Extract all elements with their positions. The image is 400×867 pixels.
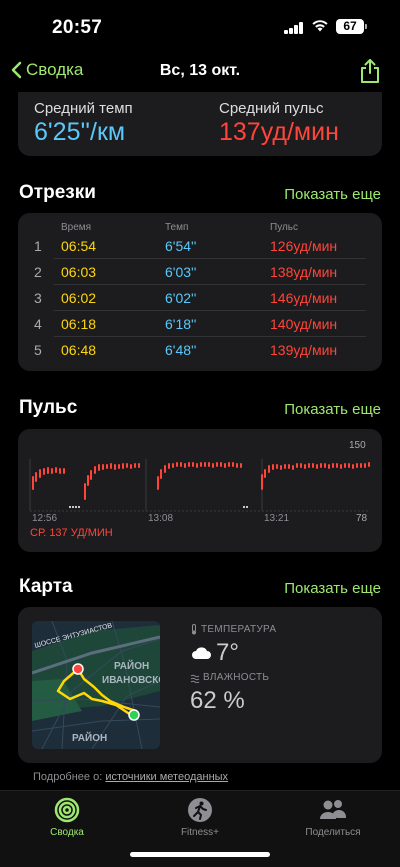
- share-icon[interactable]: [358, 58, 382, 84]
- battery-icon: 67: [336, 19, 364, 34]
- thermometer-icon: [192, 624, 196, 635]
- averages-card: Средний темп 6'25''/км Средний пульс 137…: [18, 92, 382, 156]
- avg-hr-value: 137уд/мин: [219, 118, 339, 146]
- row-divider: [54, 258, 366, 259]
- split-hr: 138уд/мин: [270, 264, 338, 280]
- tab-label: Сводка: [50, 827, 84, 838]
- avg-pace-value: 6'25''/км: [34, 118, 126, 146]
- weather-source-link[interactable]: источники метеоданных: [105, 771, 228, 783]
- heart-rate-title: Пульс: [19, 397, 78, 418]
- heart-rate-show-more-link[interactable]: Показать еще: [284, 401, 381, 418]
- tab-fitness-plus[interactable]: Fitness+: [145, 797, 255, 838]
- split-header-time: Время: [61, 222, 92, 233]
- row-divider: [54, 284, 366, 285]
- split-number: 5: [34, 342, 42, 358]
- hr-average-label: СР. 137 УД/МИН: [30, 527, 113, 539]
- split-number: 4: [34, 316, 42, 332]
- humidity-label-text: ВЛАЖНОСТЬ: [203, 672, 270, 683]
- temperature-value: 7°: [216, 639, 239, 666]
- map-district-label: ИВАНОВСКО: [102, 675, 160, 686]
- split-number: 3: [34, 290, 42, 306]
- split-header-pace: Темп: [165, 222, 189, 233]
- hr-time-label: 13:21: [264, 513, 290, 524]
- navigation-bar: Сводка Вс, 13 окт.: [0, 52, 400, 92]
- cloud-icon: [192, 647, 211, 659]
- map-title: Карта: [19, 576, 73, 597]
- map-district-label: РАЙОН: [72, 733, 108, 744]
- split-hr: 146уд/мин: [270, 290, 338, 306]
- split-row: 3 06:02 6'02'' 146уд/мин: [18, 286, 382, 311]
- split-number: 1: [34, 238, 42, 254]
- status-bar: 20:57 67: [0, 0, 400, 52]
- signal-icon: [284, 22, 304, 34]
- map-card: ШОССЕ ЭНТУЗИАСТОВ РАЙОН ИВАНОВСКО РАЙОН …: [18, 607, 382, 763]
- map-show-more-link[interactable]: Показать еще: [284, 580, 381, 597]
- split-header-hr: Пульс: [270, 222, 299, 233]
- activity-rings-icon: [54, 797, 80, 823]
- tab-label: Fitness+: [180, 827, 220, 838]
- split-number: 2: [34, 264, 42, 280]
- pause-markers: [69, 506, 248, 508]
- split-row: 4 06:18 6'18'' 140уд/мин: [18, 312, 382, 337]
- avg-pace-label: Средний темп: [34, 100, 133, 117]
- split-time: 06:18: [61, 316, 97, 332]
- weather-source-prefix: Подробнее о:: [33, 771, 103, 783]
- split-time: 06:03: [61, 264, 97, 280]
- split-pace: 6'18'': [165, 316, 197, 332]
- splits-title: Отрезки: [19, 182, 96, 203]
- people-icon: [320, 800, 346, 819]
- split-time: 06:54: [61, 238, 97, 254]
- heart-rate-samples: [32, 462, 370, 500]
- split-hr: 139уд/мин: [270, 342, 338, 358]
- temperature-label: ТЕМПЕРАТУРА: [190, 624, 276, 635]
- split-pace: 6'02'': [165, 290, 197, 306]
- humidity-value: 62 %: [190, 687, 245, 714]
- split-row: 1 06:54 6'54'' 126уд/мин: [18, 234, 382, 259]
- hr-max-label: 150: [349, 440, 366, 451]
- route-map[interactable]: ШОССЕ ЭНТУЗИАСТОВ РАЙОН ИВАНОВСКО РАЙОН: [32, 621, 160, 749]
- tab-sharing[interactable]: Поделиться: [278, 797, 388, 838]
- splits-show-more-link[interactable]: Показать еще: [284, 186, 381, 203]
- row-divider: [54, 336, 366, 337]
- splits-card: Время Темп Пульс 1 06:54 6'54'' 126уд/ми…: [18, 213, 382, 371]
- split-pace: 6'54'': [165, 238, 197, 254]
- battery-tip: [365, 24, 367, 29]
- humidity-label: ВЛАЖНОСТЬ: [190, 672, 269, 683]
- split-row: 5 06:48 6'48'' 139уд/мин: [18, 338, 382, 363]
- tab-label: Поделиться: [305, 827, 361, 838]
- split-hr: 140уд/мин: [270, 316, 338, 332]
- split-pace: 6'48'': [165, 342, 197, 358]
- split-pace: 6'03'': [165, 264, 197, 280]
- split-time: 06:02: [61, 290, 97, 306]
- row-divider: [54, 310, 366, 311]
- fitness-runner-icon: [188, 798, 212, 822]
- graph-grid: [29, 459, 370, 512]
- hr-time-label: 13:08: [148, 513, 174, 524]
- split-row: 2 06:03 6'03'' 138уд/мин: [18, 260, 382, 285]
- home-indicator: [130, 852, 270, 857]
- temperature-label-text: ТЕМПЕРАТУРА: [201, 624, 277, 635]
- page-title: Вс, 13 окт.: [159, 62, 241, 79]
- split-time: 06:48: [61, 342, 97, 358]
- split-hr: 126уд/мин: [270, 238, 338, 254]
- heart-rate-card[interactable]: 150 12:56 13:08 13:21 78 СР. 137 УД/МИН: [18, 429, 382, 552]
- wifi-icon: [312, 20, 328, 32]
- weather-source-note: Подробнее о: источники метеоданных: [33, 771, 228, 783]
- hr-min-label: 78: [356, 513, 368, 524]
- map-district-label: РАЙОН: [114, 661, 150, 672]
- humidity-icon: [190, 674, 200, 683]
- tab-summary[interactable]: Сводка: [12, 797, 122, 838]
- status-time: 20:57: [52, 17, 103, 38]
- hr-time-label: 12:56: [32, 513, 58, 524]
- avg-hr-label: Средний пульс: [219, 100, 324, 117]
